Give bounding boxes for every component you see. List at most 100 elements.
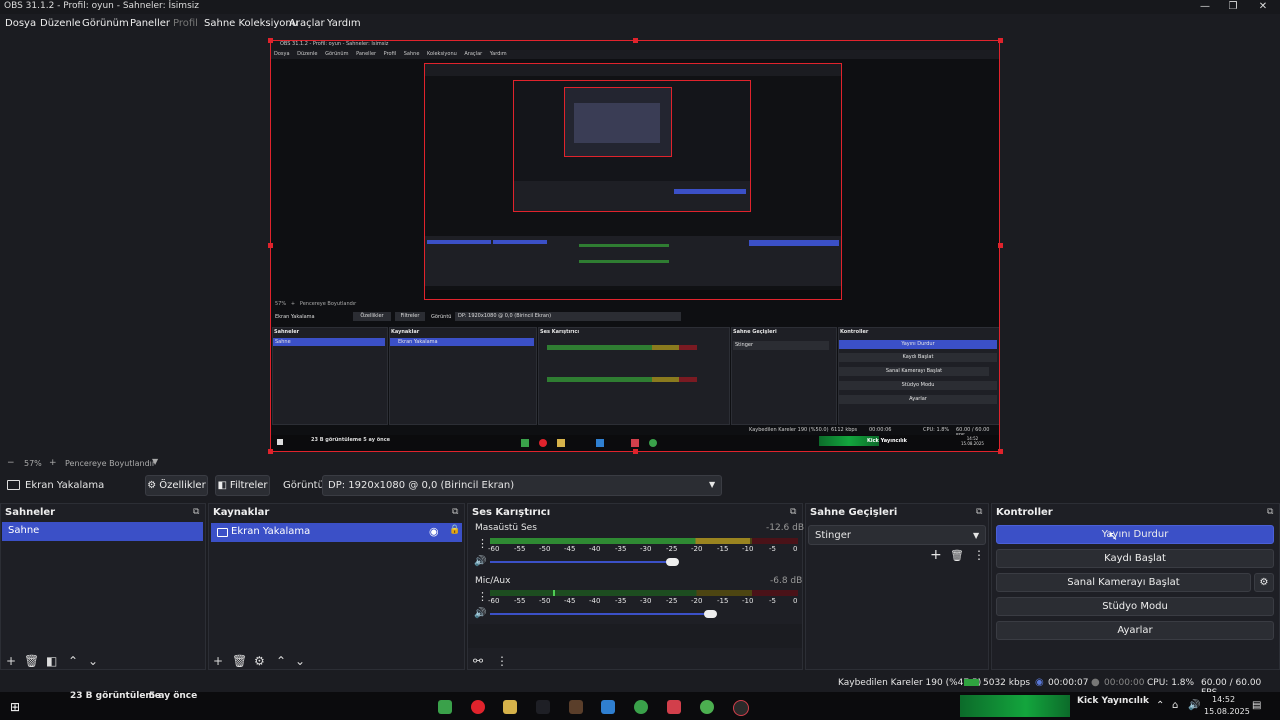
resize-handle-t[interactable] (633, 38, 638, 43)
maximize-button[interactable]: ❐ (1218, 0, 1248, 14)
channel-db: -12.6 dB (766, 523, 805, 533)
scale-tick: -30 (640, 597, 652, 605)
chrome-profile-icon[interactable] (700, 700, 714, 714)
advanced-audio-icon[interactable]: ⚯ (473, 654, 483, 668)
windows-start-icon[interactable]: ⊞ (10, 700, 20, 714)
inner-transition-select: Stinger (733, 341, 829, 350)
gear-icon[interactable]: ⚙ (1254, 573, 1274, 592)
mixer-empty-area (468, 624, 802, 648)
channel-name: Mic/Aux (475, 576, 511, 586)
undock-icon[interactable]: ⧉ (193, 507, 199, 517)
resize-handle-r[interactable] (998, 243, 1003, 248)
start-virtual-camera-button[interactable]: Sanal Kamerayı Başlat (996, 573, 1251, 592)
filter-scene-icon[interactable]: ◧ (46, 654, 57, 668)
add-source-button[interactable]: + (213, 654, 223, 668)
chevron-up-icon[interactable]: ⌃ (68, 654, 78, 668)
heart-app-icon[interactable] (471, 700, 485, 714)
current-source-name: Ekran Yakalama (25, 480, 105, 491)
store-icon[interactable] (601, 700, 615, 714)
menu-gorunum[interactable]: Görünüm (82, 18, 129, 29)
inner-status-cpu: CPU: 1.8% (923, 427, 950, 433)
chevron-down-icon[interactable]: ⌄ (295, 654, 305, 668)
inner-meter-1 (547, 345, 697, 350)
volume-icon[interactable]: 🔊 (1188, 700, 1200, 711)
volume-slider-fill (490, 561, 674, 563)
game-app-icon[interactable] (569, 700, 583, 714)
zoom-out-button[interactable]: − (7, 458, 15, 468)
volume-slider-handle[interactable] (704, 610, 717, 618)
kebab-icon[interactable]: ⋮ (496, 654, 508, 668)
source-item[interactable]: Ekran Yakalama ◉ 🔒 (211, 523, 462, 542)
add-transition-button[interactable]: + (930, 547, 942, 563)
speaker-icon[interactable]: 🔊 (474, 608, 486, 619)
scale-tick: -40 (589, 597, 601, 605)
peak-marker (553, 590, 555, 596)
menu-paneller[interactable]: Paneller (130, 18, 170, 29)
undock-icon[interactable]: ⧉ (790, 507, 796, 517)
eye-icon[interactable]: ◉ (429, 525, 439, 538)
resize-handle-b[interactable] (633, 449, 638, 454)
stop-streaming-button[interactable]: Yayını Durdur (996, 525, 1274, 544)
undock-icon[interactable]: ⧉ (976, 507, 982, 517)
fit-to-window-label[interactable]: Pencereye Boyutlandır (65, 459, 155, 468)
inner-display-label: Görüntü (431, 314, 452, 320)
chrome-icon[interactable] (634, 700, 648, 714)
resize-handle-tr[interactable] (998, 38, 1003, 43)
display-select[interactable]: DP: 1920x1080 @ 0,0 (Birincil Ekran) ▼ (322, 475, 722, 496)
scale-tick: -50 (539, 597, 551, 605)
lock-icon[interactable]: 🔒 (449, 525, 460, 535)
transition-select[interactable]: Stinger ▼ (808, 525, 986, 545)
scale-tick: 0 (793, 597, 798, 605)
kebab-icon[interactable]: ⋮ (477, 590, 488, 603)
inner2-scene-sel (427, 240, 491, 244)
scene-item[interactable]: Sahne (2, 522, 203, 541)
trash-icon[interactable]: 🗑 (950, 549, 964, 562)
resize-handle-bl[interactable] (268, 449, 273, 454)
zoom-in-button[interactable]: + (49, 458, 57, 468)
folder-icon[interactable] (503, 700, 517, 714)
kebab-icon[interactable]: ⋮ (973, 548, 985, 562)
minecraft-icon[interactable] (438, 700, 452, 714)
menu-profil[interactable]: Profil (173, 18, 198, 29)
menu-yardim[interactable]: Yardım (327, 18, 361, 29)
chevron-down-icon[interactable]: ▼ (152, 457, 158, 466)
preview-capture-frame[interactable]: OBS 31.1.2 - Profil: oyun - Sahneler: İs… (270, 40, 1000, 452)
menu-duzenle[interactable]: Düzenle (40, 18, 81, 29)
network-icon[interactable]: ⌂ (1172, 700, 1178, 711)
kebab-icon[interactable]: ⋮ (477, 537, 488, 550)
notification-icon[interactable]: ▤ (1252, 700, 1261, 711)
menu-dosya[interactable]: Dosya (5, 18, 36, 29)
undock-icon[interactable]: ⧉ (1267, 507, 1273, 517)
add-scene-button[interactable]: + (6, 654, 16, 668)
volume-slider-handle[interactable] (666, 558, 679, 566)
properties-button[interactable]: ⚙ Özellikler (145, 475, 208, 496)
obs-icon[interactable] (733, 700, 749, 716)
app-red-icon[interactable] (667, 700, 681, 714)
speaker-icon[interactable]: 🔊 (474, 556, 486, 567)
minimize-button[interactable]: — (1190, 0, 1220, 14)
chevron-up-icon[interactable]: ⌃ (1156, 700, 1164, 711)
settings-button[interactable]: Ayarlar (996, 621, 1274, 640)
scale-tick: -60 (488, 597, 500, 605)
trash-icon[interactable]: 🗑 (232, 654, 247, 668)
scale-tick: -55 (514, 597, 526, 605)
inner-mixer-title: Ses Karıştırıcı (540, 329, 580, 335)
menu-sahne-koleksiyonu[interactable]: Sahne Koleksiyonu (204, 18, 298, 29)
resize-handle-br[interactable] (998, 449, 1003, 454)
studio-mode-button[interactable]: Stüdyo Modu (996, 597, 1274, 616)
chevron-down-icon[interactable]: ⌄ (88, 654, 98, 668)
trash-icon[interactable]: 🗑 (24, 654, 39, 668)
resize-handle-tl[interactable] (268, 38, 273, 43)
gear-icon[interactable]: ⚙ (254, 654, 265, 668)
app-icon[interactable] (536, 700, 550, 714)
start-recording-button[interactable]: Kaydı Başlat (996, 549, 1274, 568)
scale-tick: -60 (488, 545, 500, 553)
chevron-up-icon[interactable]: ⌃ (276, 654, 286, 668)
filters-button[interactable]: ◧ Filtreler (215, 475, 270, 496)
inner-app-icon-2 (539, 439, 547, 447)
undock-icon[interactable]: ⧉ (452, 507, 458, 517)
resize-handle-l[interactable] (268, 243, 273, 248)
close-button[interactable]: ✕ (1248, 0, 1278, 14)
menu-araclar[interactable]: Araçlar (289, 18, 325, 29)
scale-tick: -40 (589, 545, 601, 553)
